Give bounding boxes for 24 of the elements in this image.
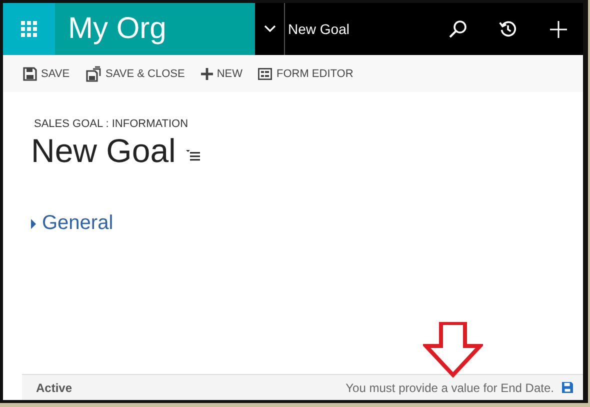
save-close-icon [86,66,102,82]
record-status: Active [36,380,72,394]
toolbar-button[interactable]: SAVE [23,62,70,86]
history-icon [499,20,517,38]
form-menu-icon[interactable] [186,149,200,161]
toolbar-button[interactable]: SAVE & CLOSE [86,62,185,86]
save-icon [562,382,573,393]
toolbar-button[interactable]: FORM EDITOR [258,62,354,86]
chevron-icon [264,25,276,33]
save-icon [23,66,37,80]
form-title: New Goal [31,132,176,170]
grid-icon [21,21,37,37]
record-title: New Goal [287,21,350,37]
form-icon [258,68,272,80]
app-launcher-button[interactable] [3,3,55,55]
save-button[interactable] [562,382,573,393]
search-icon [449,20,467,38]
plus-icon [550,20,566,38]
plus-icon [200,68,213,80]
toolbar-button[interactable]: NEW [200,62,242,86]
validation-message: You must provide a value for End Date. [346,380,554,394]
section-header[interactable]: General [31,212,114,235]
annotation-arrow [423,322,483,378]
form-subtitle: SALES GOAL : INFORMATION [34,118,190,130]
